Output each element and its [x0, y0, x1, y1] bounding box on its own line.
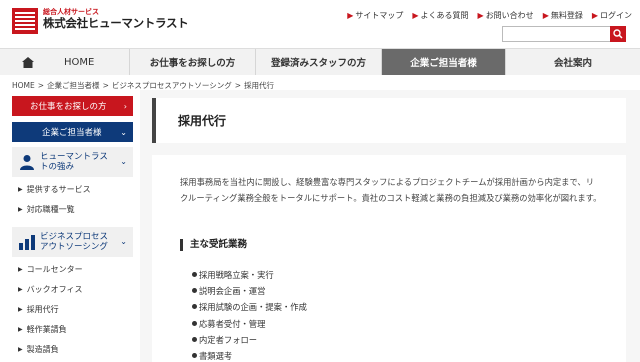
bullet-icon: [192, 353, 197, 359]
arrow-right-icon: ▶: [542, 11, 549, 20]
utility-link-sitemap[interactable]: ▶ サイトマップ: [347, 10, 403, 21]
nav-company-info[interactable]: 会社案内: [506, 49, 640, 75]
nav-companies[interactable]: 企業ご担当者様: [382, 49, 506, 75]
logo-mark-icon: [12, 8, 38, 34]
utility-nav: ▶ サイトマップ ▶ よくある質問 ▶ お問い合わせ ▶ 無料登録 ▶ ログイン: [347, 10, 632, 21]
utility-link-faq[interactable]: ▶ よくある質問: [412, 10, 468, 21]
list-item: 採用試験の企画・提案・作成: [192, 299, 307, 315]
breadcrumb-home[interactable]: HOME: [12, 81, 35, 90]
sidebar-companies-button[interactable]: 企業ご担当者様 ⌄: [12, 122, 133, 142]
company-logo[interactable]: 総合人材サービス 株式会社ヒューマントラスト: [12, 8, 189, 34]
bar-chart-icon: [19, 235, 35, 250]
person-icon: [20, 155, 34, 170]
list-item: 応募者受付・管理: [192, 316, 307, 332]
content-panel: 採用事務局を当社内に開設し、経験豊富な専門スタッフによるプロジェクトチームが採用…: [152, 155, 626, 362]
utility-link-contact[interactable]: ▶ お問い合わせ: [478, 10, 534, 21]
search-button[interactable]: [610, 26, 626, 42]
bullet-icon: [192, 320, 197, 326]
breadcrumb-companies[interactable]: 企業ご担当者様: [47, 81, 100, 90]
search-icon: [613, 29, 623, 39]
triangle-right-icon: ▶: [18, 305, 23, 313]
chevron-down-icon: ⌄: [120, 237, 127, 246]
page-title: 採用代行: [178, 114, 227, 128]
triangle-right-icon: ▶: [18, 285, 23, 293]
chevron-down-icon: ⌄: [120, 157, 127, 166]
search-input[interactable]: [503, 27, 611, 41]
global-nav: HOME お仕事をお探しの方 登録済みスタッフの方 企業ご担当者様 会社案内: [0, 48, 640, 75]
search-box: [502, 26, 626, 42]
list-item: 採用戦略立案・実行: [192, 267, 307, 283]
bullet-icon: [192, 304, 197, 310]
sidebar-link-recruiting[interactable]: ▶ 採用代行: [12, 299, 133, 319]
sidebar-job-seekers-button[interactable]: お仕事をお探しの方 ›: [12, 96, 133, 116]
bullet-icon: [192, 288, 197, 294]
chevron-right-icon: ›: [123, 102, 127, 111]
list-item: 書類選考: [192, 348, 307, 362]
sidebar-link-job-types[interactable]: ▶ 対応職種一覧: [12, 199, 133, 219]
breadcrumb-current: 採用代行: [244, 81, 275, 90]
sidebar-link-back-office[interactable]: ▶ バックオフィス: [12, 279, 133, 299]
home-icon: [22, 56, 34, 68]
section-heading: 主な受託業務: [180, 239, 247, 251]
site-header: 総合人材サービス 株式会社ヒューマントラスト ▶ サイトマップ ▶ よくある質問 ▶…: [0, 0, 640, 48]
arrow-right-icon: ▶: [591, 11, 598, 20]
utility-link-login[interactable]: ▶ ログイン: [592, 10, 632, 21]
nav-home[interactable]: HOME: [0, 49, 130, 75]
triangle-right-icon: ▶: [18, 185, 23, 193]
triangle-right-icon: ▶: [18, 325, 23, 333]
nav-registered-staff[interactable]: 登録済みスタッフの方: [256, 49, 382, 75]
sidebar-group-bpo[interactable]: ビジネスプロセス アウトソーシング ⌄: [12, 227, 133, 257]
bullet-icon: [192, 272, 197, 277]
page-title-box: 採用代行: [152, 98, 626, 143]
arrow-right-icon: ▶: [412, 11, 419, 20]
chevron-down-icon: ⌄: [120, 128, 127, 137]
nav-job-seekers[interactable]: お仕事をお探しの方: [130, 49, 256, 75]
list-item: 説明会企画・運営: [192, 283, 307, 299]
service-list: 採用戦略立案・実行 説明会企画・運営 採用試験の企画・提案・作成 応募者受付・管…: [192, 267, 307, 362]
sidebar-link-manufacturing[interactable]: ▶ 製造請負: [12, 339, 133, 359]
arrow-right-icon: ▶: [477, 11, 484, 20]
sidebar-link-call-center[interactable]: ▶ コールセンター: [12, 259, 133, 279]
list-item: 内定者フォロー: [192, 332, 307, 348]
sidebar: お仕事をお探しの方 › 企業ご担当者様 ⌄ ヒューマントラス トの強み ⌄ ▶ 提…: [12, 96, 133, 359]
intro-paragraph: 採用事務局を当社内に開設し、経験豊富な専門スタッフによるプロジェクトチームが採用…: [180, 177, 602, 203]
triangle-right-icon: ▶: [18, 265, 23, 273]
triangle-right-icon: ▶: [18, 345, 23, 353]
bullet-icon: [192, 336, 197, 342]
arrow-right-icon: ▶: [347, 11, 354, 20]
triangle-right-icon: ▶: [18, 205, 23, 213]
sidebar-link-services[interactable]: ▶ 提供するサービス: [12, 179, 133, 199]
logo-company-name: 株式会社ヒューマントラスト: [43, 16, 189, 30]
sidebar-link-light-work[interactable]: ▶ 軽作業請負: [12, 319, 133, 339]
breadcrumb-bpo[interactable]: ビジネスプロセスアウトソーシング: [112, 81, 232, 90]
sidebar-group-strengths[interactable]: ヒューマントラス トの強み ⌄: [12, 147, 133, 177]
utility-link-register[interactable]: ▶ 無料登録: [543, 10, 583, 21]
